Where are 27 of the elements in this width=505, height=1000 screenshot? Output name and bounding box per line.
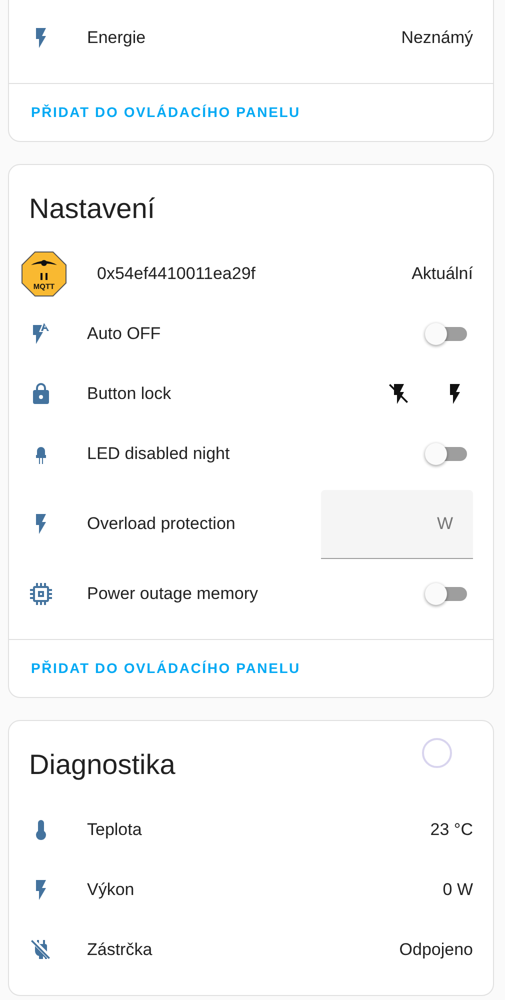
row-label: Auto OFF (87, 323, 162, 346)
section-title: Nastavení (28, 192, 156, 226)
state-value: 23 °C (430, 819, 473, 842)
state-value: 0 W (442, 879, 473, 902)
add-to-dashboard-button[interactable]: PŘIDAT DO OVLÁDACÍHO PANELU (23, 98, 308, 127)
row-label: Power outage memory (87, 583, 260, 606)
toggle-switch[interactable] (425, 323, 467, 345)
row-label: Výkon (87, 879, 136, 902)
flash-off-icon (387, 382, 411, 406)
add-to-dashboard-button[interactable]: PŘIDAT DO OVLÁDACÍHO PANELU (23, 654, 308, 683)
plug-off-icon (29, 938, 53, 962)
state-value: Aktuální (412, 263, 473, 286)
row-label: Overload protection (87, 513, 236, 536)
row-label: Button lock (87, 383, 172, 406)
row-label: 0x54ef4410011ea29f (97, 263, 257, 286)
row-label: Zástrčka (87, 939, 154, 962)
unit-suffix: W (436, 512, 453, 535)
toggle-switch[interactable] (425, 583, 467, 605)
toggle-switch[interactable] (425, 443, 467, 465)
row-label: Energie (87, 27, 147, 50)
section-title: Diagnostika (28, 748, 176, 782)
row-label: Teplota (87, 819, 143, 842)
chip-icon (29, 582, 53, 606)
state-value: Odpojeno (399, 939, 473, 962)
row-label: LED disabled night (87, 443, 231, 466)
number-field[interactable]: W (321, 490, 473, 558)
state-value: Neznámý (401, 27, 473, 50)
